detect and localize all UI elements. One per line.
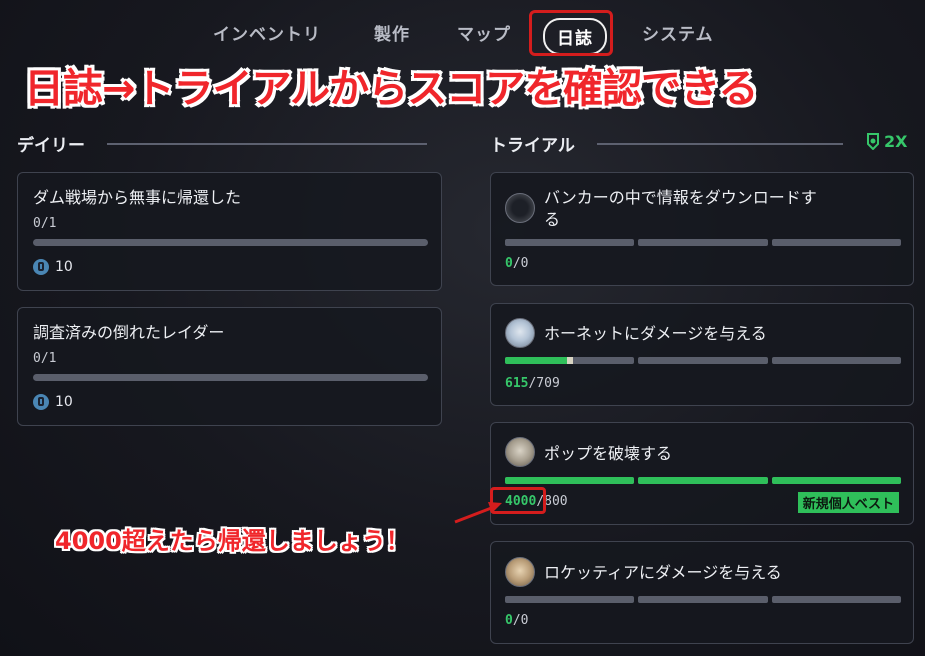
annotation-callout: 4000超えたら帰還しましょう！ bbox=[55, 527, 410, 555]
daily-reward: 10 bbox=[33, 394, 73, 410]
trial-card-title-line2: る bbox=[544, 210, 561, 229]
annotation-banner: 日誌→トライアルからスコアを確認できる bbox=[24, 66, 758, 112]
divider bbox=[107, 142, 427, 145]
trial-progress-bar bbox=[505, 357, 901, 364]
multiplier-value: 2X bbox=[884, 132, 908, 151]
daily-reward: 10 bbox=[33, 259, 73, 275]
trial-score: 0/0 bbox=[505, 256, 528, 271]
journal-tab-highlight-box bbox=[529, 10, 613, 56]
trial-score-total: /709 bbox=[528, 376, 560, 391]
shield-badge-icon bbox=[867, 133, 879, 150]
tab-inventory[interactable]: インベントリ bbox=[213, 20, 321, 45]
trial-card[interactable]: ポップを破壊する 4000/800 新規個人ベスト bbox=[490, 422, 914, 525]
pop-thumb bbox=[505, 437, 535, 467]
daily-card[interactable]: ダム戦場から無事に帰還した 0/1 10 bbox=[17, 172, 442, 291]
trial-score: 0/0 bbox=[505, 613, 528, 628]
trial-card-title: ポップを破壊する bbox=[544, 444, 673, 463]
trial-card[interactable]: バンカーの中で情報をダウンロードす る 0/0 bbox=[490, 172, 914, 286]
trial-score-total: /0 bbox=[512, 613, 529, 628]
divider bbox=[596, 142, 843, 145]
trial-card-title: ロケッティアにダメージを与える bbox=[544, 563, 782, 582]
trial-score: 615/709 bbox=[505, 376, 560, 391]
trial-card-title-line1: バンカーの中で情報をダウンロードす bbox=[544, 188, 817, 207]
coin-icon bbox=[33, 259, 49, 275]
tab-crafting[interactable]: 製作 bbox=[374, 20, 410, 45]
new-personal-best-badge: 新規個人ベスト bbox=[797, 492, 899, 513]
daily-progress-text: 0/1 bbox=[33, 216, 57, 231]
trial-score-current: 0 bbox=[505, 613, 513, 628]
tab-map[interactable]: マップ bbox=[457, 20, 511, 45]
tab-system[interactable]: システム bbox=[642, 20, 714, 45]
daily-card[interactable]: 調査済みの倒れたレイダー 0/1 10 bbox=[17, 307, 442, 426]
trial-card[interactable]: ロケッティアにダメージを与える 0/0 bbox=[490, 541, 914, 644]
trial-progress-bar bbox=[505, 596, 901, 603]
daily-progress-bar bbox=[33, 239, 428, 246]
trial-score-current: 615 bbox=[505, 376, 529, 391]
trial-multiplier: 2X bbox=[866, 132, 907, 151]
reward-amount: 10 bbox=[55, 394, 73, 410]
trial-section-title: トライアル bbox=[490, 136, 575, 156]
trial-score-current: 0 bbox=[505, 256, 513, 271]
coin-icon bbox=[33, 394, 49, 410]
reward-amount: 10 bbox=[55, 259, 73, 275]
score-highlight-box bbox=[490, 487, 546, 514]
trial-score-total: /0 bbox=[512, 256, 529, 271]
trial-progress-bar bbox=[505, 477, 901, 484]
rocketeer-thumb bbox=[505, 557, 535, 587]
hornet-thumb bbox=[505, 318, 535, 348]
trial-section-header: トライアル bbox=[490, 131, 843, 156]
trial-progress-bar bbox=[505, 239, 901, 246]
daily-section-header: デイリー bbox=[17, 131, 427, 156]
trial-card-title: ホーネットにダメージを与える bbox=[544, 324, 767, 343]
daily-progress-text: 0/1 bbox=[33, 351, 57, 366]
top-tab-bar: インベントリ 製作 マップ 日誌 システム bbox=[0, 0, 925, 62]
daily-section-title: デイリー bbox=[17, 136, 85, 156]
daily-card-title: 調査済みの倒れたレイダー bbox=[33, 323, 225, 342]
bunker-thumb bbox=[505, 193, 535, 223]
daily-card-title: ダム戦場から無事に帰還した bbox=[33, 188, 242, 207]
daily-progress-bar bbox=[33, 374, 428, 381]
trial-card[interactable]: ホーネットにダメージを与える 615/709 bbox=[490, 303, 914, 406]
